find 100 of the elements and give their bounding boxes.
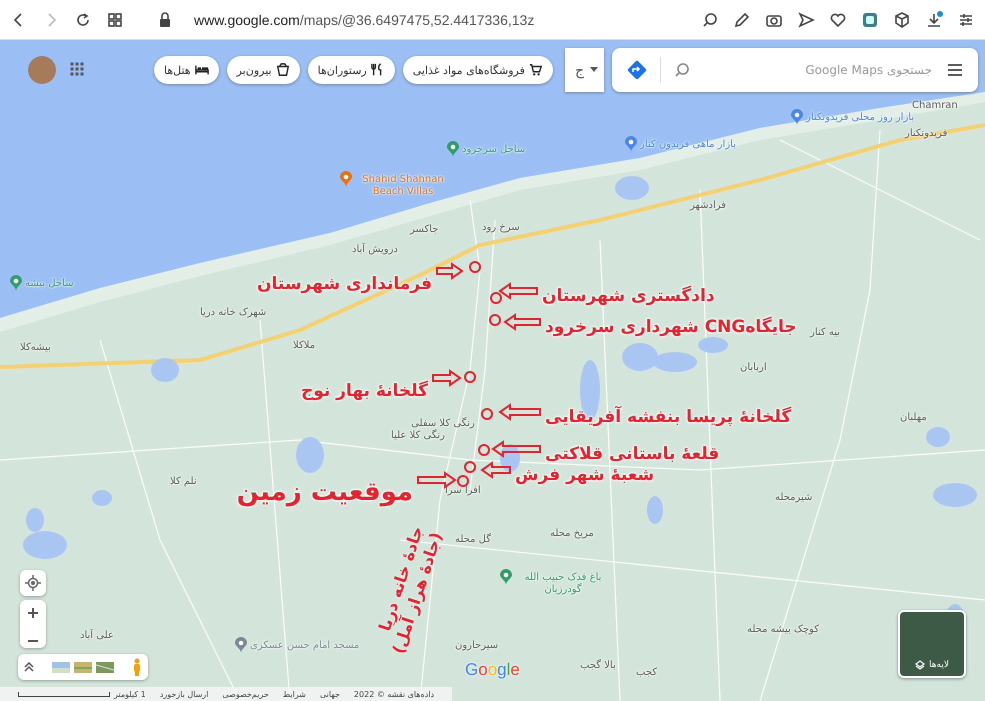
- place-label: شیرمحله: [775, 492, 812, 504]
- lake: [647, 496, 663, 524]
- map-pin-icon[interactable]: [10, 275, 22, 291]
- plus-icon: [28, 608, 38, 618]
- double-chevron-up-icon[interactable]: [24, 662, 34, 672]
- annotation-label: گلخانهٔ پریسا بنفشه آفریقایی: [545, 406, 792, 428]
- place-label: سرخ رود: [482, 222, 520, 234]
- footer-link[interactable]: شرایط: [282, 690, 306, 698]
- category-chip[interactable]: فروشگاه‌های مواد غذایی: [402, 56, 553, 84]
- place-label: افرا سرا: [445, 485, 481, 497]
- location-circle-icon: [489, 314, 501, 326]
- scale-label: 1 کیلومتر: [114, 690, 146, 698]
- footer-link[interactable]: ارسال بازخورد: [160, 690, 208, 698]
- place-label: بیه کنار: [810, 327, 840, 339]
- arrow-icon: [498, 403, 541, 421]
- bed-icon: [194, 63, 209, 77]
- send-icon[interactable]: [797, 10, 815, 28]
- place-label: فرادشهر: [690, 200, 726, 212]
- search-icon[interactable]: [701, 10, 719, 28]
- cart-icon: [528, 63, 543, 77]
- annotation-label: قلعهٔ باستانی قلاکتی: [545, 443, 720, 465]
- place-label: رنگی کلا علیا: [390, 430, 446, 442]
- place-label: بالا گجب: [580, 660, 616, 672]
- address-bar[interactable]: www.google.com/maps/@36.6497475,52.4417336,13z: [194, 12, 534, 28]
- location-circle-icon: [469, 261, 481, 273]
- traffic-thumbnail[interactable]: [74, 662, 92, 672]
- layers-icon: [915, 660, 926, 670]
- lake: [933, 483, 977, 507]
- crosshair-icon: [24, 574, 42, 592]
- place-label: مریخ محله: [550, 528, 594, 540]
- place-label: شهرک خانه دریا: [200, 307, 266, 319]
- location-circle-icon: [490, 292, 502, 304]
- map-pin-icon[interactable]: [447, 141, 459, 157]
- lake: [926, 427, 950, 447]
- place-label: ملاکلا: [293, 340, 316, 352]
- map-data-text: داده‌های نقشه © 2022: [354, 690, 434, 698]
- footer-link[interactable]: حریم‌خصوصی: [222, 690, 269, 698]
- reload-icon[interactable]: [74, 10, 92, 28]
- place-label: جاکسر: [410, 224, 438, 236]
- lake: [615, 176, 649, 200]
- footer-link[interactable]: جهانی: [320, 690, 340, 698]
- place-label: گل محله: [455, 534, 491, 546]
- place-label: رنگی کلا سفلی: [410, 418, 476, 429]
- map-pin-icon[interactable]: [791, 109, 803, 125]
- location-circle-icon: [481, 408, 493, 420]
- annotation-label: فرمانداری شهرستان: [257, 273, 432, 295]
- lake: [92, 490, 112, 506]
- heart-icon[interactable]: [829, 10, 847, 28]
- location-circle-icon: [464, 371, 476, 383]
- arrow-icon: [503, 313, 541, 331]
- arrow-icon: [491, 440, 541, 458]
- menu-icon[interactable]: [946, 61, 964, 79]
- tabs-grid-icon[interactable]: [106, 10, 124, 28]
- minus-icon: [28, 640, 38, 642]
- place-label: کوچک بیشه محله: [746, 624, 820, 636]
- annotation-label: شعبهٔ شهر فرش: [515, 464, 654, 486]
- annotation-label: جایگاهCNG شهرداری سرخرود: [545, 316, 797, 338]
- location-circle-icon: [464, 461, 476, 473]
- search-field[interactable]: جستجوی Google Maps: [702, 62, 934, 78]
- edit-icon[interactable]: [733, 10, 751, 28]
- arrow-icon: [432, 369, 462, 387]
- map-pin-icon[interactable]: [500, 569, 512, 585]
- arrow-icon: [480, 461, 511, 479]
- download-icon[interactable]: [925, 10, 943, 28]
- location-circle-icon: [457, 475, 469, 487]
- cube-icon[interactable]: [893, 10, 911, 28]
- category-chip[interactable]: هتل‌ها: [154, 56, 219, 84]
- my-location-button[interactable]: [20, 570, 46, 596]
- place-label: علی آباد: [80, 630, 114, 642]
- terrain-thumbnail[interactable]: [52, 662, 70, 672]
- satellite-thumbnail[interactable]: [96, 662, 114, 672]
- place-label: کجب: [636, 667, 658, 679]
- takeout-box-icon: [276, 63, 290, 77]
- place-label: سیرحارون: [455, 640, 498, 652]
- layers-button[interactable]: لایه‌ها: [898, 610, 966, 678]
- annotation-label: گلخانهٔ بهار نوج: [300, 380, 428, 402]
- lake: [622, 343, 658, 371]
- map-pin-icon[interactable]: [625, 136, 637, 152]
- place-label: فریدونکنار: [905, 128, 948, 140]
- category-chip[interactable]: رستوران‌ها: [308, 56, 395, 84]
- category-dropdown[interactable]: ج: [564, 48, 604, 92]
- apps-grid-icon[interactable]: [70, 62, 86, 78]
- map-pin-icon[interactable]: [340, 171, 352, 187]
- annotation-label: دادگستری شهرستان: [542, 285, 715, 307]
- category-chip[interactable]: بیرون‌بر: [226, 56, 300, 84]
- location-circle-icon: [478, 444, 490, 456]
- place-label: درویش آباد: [352, 244, 398, 256]
- place-label: بیشه‌کلا: [20, 342, 51, 354]
- lake: [151, 358, 179, 382]
- map-pin-icon[interactable]: [235, 637, 247, 653]
- place-label: Chamran: [912, 100, 958, 112]
- caret-icon: [590, 67, 598, 73]
- place-label: نلم کلا: [170, 476, 197, 488]
- extension-icon[interactable]: [861, 10, 879, 28]
- annotation-label: موقعیت زمین: [236, 476, 413, 508]
- arrow-icon: [436, 262, 464, 280]
- place-label: مهلبان: [900, 412, 927, 424]
- google-logo: Google: [465, 660, 520, 680]
- lake: [296, 437, 324, 473]
- arrow-icon: [498, 282, 538, 300]
